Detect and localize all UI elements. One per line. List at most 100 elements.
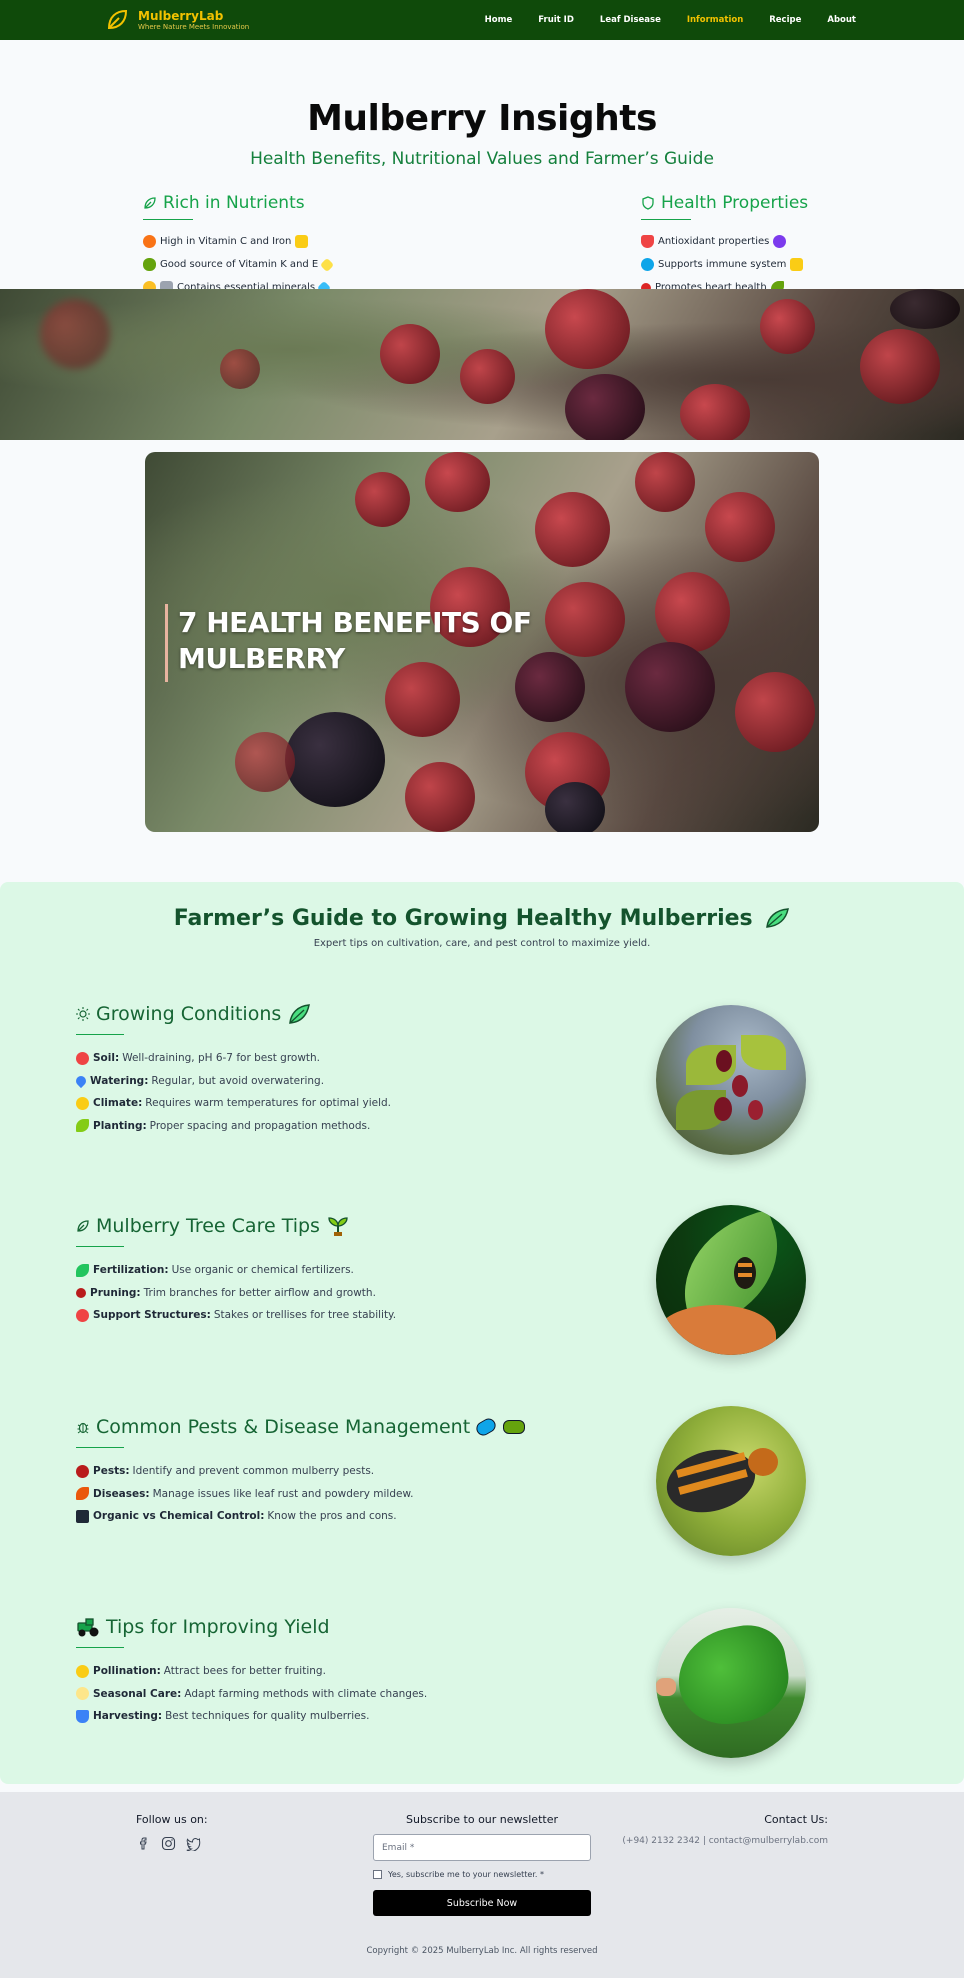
bug-icon	[77, 1422, 89, 1434]
leaf-beetle-image	[656, 1205, 806, 1355]
email-input[interactable]: Email *	[373, 1834, 591, 1861]
section-heading: Tips for Improving Yield	[106, 1616, 330, 1638]
health-block: Health Properties Antioxidant properties…	[638, 193, 809, 299]
contact-info[interactable]: (+94) 2132 2342 | contact@mulberrylab.co…	[622, 1836, 828, 1846]
muscle-icon	[295, 235, 309, 248]
contact-title: Contact Us:	[764, 1813, 828, 1826]
list-item: High in Vitamin C and Iron	[143, 230, 332, 253]
guide-title: Farmer’s Guide to Growing Healthy Mulber…	[0, 906, 964, 931]
list-item: Climate: Requires warm temperatures for o…	[76, 1092, 391, 1115]
nav-home[interactable]: Home	[485, 15, 513, 25]
muscle-icon	[790, 258, 804, 271]
page-subtitle: Health Benefits, Nutritional Values and …	[250, 149, 714, 169]
improving-yield-block: Tips for Improving Yield Pollination: Att…	[76, 1615, 427, 1728]
top-navbar: MulberryLab Where Nature Meets Innovatio…	[0, 0, 964, 40]
pill-icon	[473, 1415, 499, 1439]
subscribe-button[interactable]: Subscribe Now	[373, 1890, 591, 1916]
shield-emoji-icon	[641, 235, 654, 248]
caterpillar-icon	[503, 1420, 526, 1434]
brand-name: MulberryLab	[138, 8, 224, 23]
basket-icon	[76, 1709, 89, 1723]
list-item: Planting: Proper spacing and propagation …	[76, 1115, 391, 1138]
tree-care-block: Mulberry Tree Care Tips Fertilization: Us…	[76, 1214, 396, 1327]
twitter-icon[interactable]	[186, 1836, 201, 1851]
section-heading: Mulberry Tree Care Tips	[96, 1215, 320, 1237]
newsletter-consent[interactable]: Yes, subscribe me to your newsletter. *	[373, 1870, 544, 1879]
nav-recipe[interactable]: Recipe	[769, 15, 801, 25]
bee-icon	[76, 1664, 89, 1678]
tractor-icon	[77, 1618, 99, 1637]
droplet-icon	[73, 1073, 89, 1088]
berries-photo	[0, 289, 964, 440]
list-item: Pollination: Attract bees for better frui…	[76, 1660, 427, 1683]
divider	[76, 1034, 124, 1035]
pest-beetle-image	[656, 1406, 806, 1556]
health-heading: Health Properties	[661, 193, 809, 213]
pill-icon	[638, 255, 657, 274]
herb-icon	[766, 908, 790, 928]
list-item: Pests: Identify and prevent common mulber…	[76, 1460, 529, 1483]
pushpin-icon	[76, 1308, 89, 1322]
farmers-guide-section: Farmer’s Guide to Growing Healthy Mulber…	[0, 882, 964, 1784]
sparkles-icon	[320, 257, 335, 272]
section-heading: Common Pests & Disease Management	[96, 1416, 471, 1438]
nav-leaf-disease[interactable]: Leaf Disease	[600, 15, 661, 25]
nutrients-heading: Rich in Nutrients	[163, 193, 305, 213]
follow-label: Follow us on:	[136, 1813, 208, 1826]
section-heading: Growing Conditions	[96, 1003, 282, 1025]
guide-subtitle: Expert tips on cultivation, care, and pe…	[313, 938, 651, 949]
grapes-icon	[773, 235, 787, 248]
orange-icon	[143, 235, 156, 248]
health-benefits-card[interactable]: 7 HEALTH BENEFITS OF MULBERRY	[145, 452, 819, 832]
nav-information[interactable]: Information	[687, 15, 743, 25]
fallen-leaf-icon	[76, 1487, 89, 1501]
sun-emoji-icon	[76, 1096, 89, 1110]
mulberry-leaf-field-image	[656, 1608, 806, 1758]
seedling-icon	[328, 1217, 348, 1236]
scales-icon	[76, 1509, 89, 1523]
list-item: Antioxidant properties	[641, 230, 808, 253]
card-title: 7 HEALTH BENEFITS OF MULBERRY	[178, 606, 532, 675]
divider	[76, 1647, 124, 1648]
divider	[76, 1447, 124, 1448]
nutrients-block: Rich in Nutrients High in Vitamin C and …	[143, 193, 335, 299]
list-item: Supports immune system	[638, 253, 808, 276]
list-item: Diseases: Manage issues like leaf rust an…	[76, 1483, 529, 1506]
instagram-icon[interactable]	[161, 1836, 176, 1851]
list-item: Harvesting: Best techniques for quality m…	[76, 1705, 427, 1728]
sun-cloud-icon	[76, 1687, 89, 1701]
brand[interactable]: MulberryLab Where Nature Meets Innovatio…	[104, 7, 249, 33]
mulberry-branch-image	[656, 1005, 806, 1155]
facebook-icon[interactable]	[136, 1836, 151, 1851]
list-item: Organic vs Chemical Control: Know the pro…	[76, 1505, 529, 1528]
newsletter-title: Subscribe to our newsletter	[405, 1813, 558, 1826]
divider	[143, 219, 193, 220]
herb-icon	[289, 1004, 311, 1024]
page-title: Mulberry Insights	[307, 98, 657, 139]
scissors-icon	[76, 1287, 86, 1298]
consent-checkbox[interactable]	[373, 1870, 382, 1879]
list-item: Pruning: Trim branches for better airflow…	[76, 1282, 396, 1305]
list-item: Good source of Vitamin K and E	[143, 253, 335, 276]
brand-tagline: Where Nature Meets Innovation	[138, 22, 250, 31]
leaf-icon	[77, 1220, 89, 1232]
beetle-icon	[76, 1464, 89, 1478]
leaf-logo-icon	[107, 9, 128, 30]
leaf-icon	[144, 197, 156, 209]
social-links	[136, 1836, 201, 1851]
list-item: Seasonal Care: Adapt farming methods with…	[76, 1683, 427, 1706]
nav-fruit-id[interactable]: Fruit ID	[538, 15, 574, 25]
list-item: Support Structures: Stakes or trellises f…	[76, 1304, 396, 1327]
list-item: Watering: Regular, but avoid overwatering…	[73, 1070, 391, 1093]
seedling-icon	[76, 1119, 89, 1133]
list-item: Soil: Well-draining, pH 6-7 for best grow…	[76, 1047, 391, 1070]
list-item: Fertilization: Use organic or chemical fe…	[76, 1259, 396, 1282]
pests-disease-block: Common Pests & Disease Management Pests:…	[76, 1415, 529, 1528]
divider	[641, 219, 691, 220]
footer: Follow us on: Subscribe to our newslette…	[0, 1792, 964, 1978]
consent-label: Yes, subscribe me to your newsletter. *	[388, 1870, 544, 1879]
nav-links: Home Fruit ID Leaf Disease Information R…	[459, 0, 856, 40]
herb-emoji-icon	[76, 1263, 89, 1277]
nav-about[interactable]: About	[827, 15, 856, 25]
shield-icon	[642, 196, 654, 210]
